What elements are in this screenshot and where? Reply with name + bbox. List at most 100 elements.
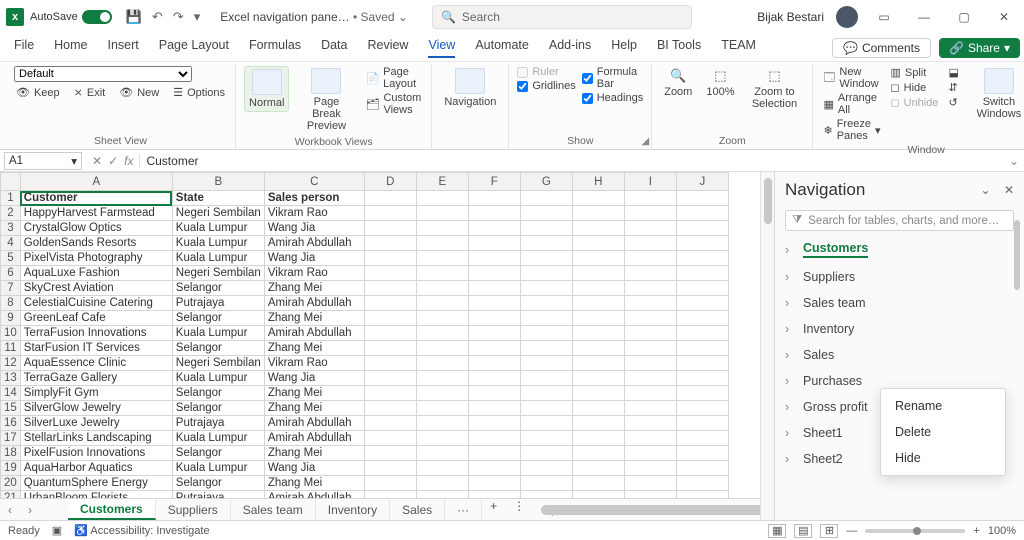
cell-A16[interactable]: SilverLuxe Jewelry (20, 416, 172, 431)
col-header-C[interactable]: C (264, 173, 364, 191)
col-header-E[interactable]: E (416, 173, 468, 191)
row-header-11[interactable]: 11 (1, 341, 21, 356)
cell-A11[interactable]: StarFusion IT Services (20, 341, 172, 356)
cell-B14[interactable]: Selangor (172, 386, 264, 401)
page-layout-button[interactable]: 📄 Page Layout (363, 66, 423, 90)
pagebreak-preview-button[interactable]: Page Break Preview (295, 66, 357, 134)
zoom-slider[interactable] (865, 529, 965, 533)
row-header-2[interactable]: 2 (1, 206, 21, 221)
chevron-down-icon[interactable]: ▾ (71, 154, 77, 168)
view-side-by-side-icon[interactable]: ⬓ (946, 66, 960, 79)
reset-window-icon[interactable]: ↺ (946, 96, 960, 109)
tab-formulas[interactable]: Formulas (239, 38, 311, 52)
col-header-A[interactable]: A (20, 173, 172, 191)
col-header-J[interactable]: J (676, 173, 728, 191)
view-options-button[interactable]: ☰ Options (171, 86, 227, 99)
navigation-button[interactable]: Navigation (440, 66, 500, 110)
close-icon[interactable]: ✕ (990, 10, 1018, 24)
next-sheet-icon[interactable]: › (20, 503, 40, 517)
formula-bar-checkbox[interactable]: Formula Bar (582, 66, 643, 90)
tab-view[interactable]: View (418, 38, 465, 58)
row-header-19[interactable]: 19 (1, 461, 21, 476)
maximize-icon[interactable]: ▢ (950, 10, 978, 24)
row-header-12[interactable]: 12 (1, 356, 21, 371)
row-header-18[interactable]: 18 (1, 446, 21, 461)
col-header-I[interactable]: I (624, 173, 676, 191)
cell-A18[interactable]: PixelFusion Innovations (20, 446, 172, 461)
minimize-icon[interactable]: ― (910, 10, 938, 24)
arrange-all-button[interactable]: ▦ Arrange All (821, 92, 882, 116)
hide-button[interactable]: ◻ Hide (888, 81, 940, 94)
ribbon-display-options-icon[interactable]: ▭ (870, 10, 898, 24)
tab-team[interactable]: TEAM (711, 38, 766, 52)
custom-views-button[interactable]: 🗂 Custom Views (363, 92, 423, 116)
ctx-delete[interactable]: Delete (881, 419, 1005, 445)
tab-home[interactable]: Home (44, 38, 97, 52)
cell-B1[interactable]: State (172, 191, 264, 206)
nav-scrollbar[interactable] (1014, 216, 1022, 520)
switch-windows-button[interactable]: Switch Windows (967, 66, 1024, 122)
ruler-checkbox[interactable]: Ruler (517, 66, 575, 78)
cell-B3[interactable]: Kuala Lumpur (172, 221, 264, 236)
cell-C12[interactable]: Vikram Rao (264, 356, 364, 371)
hscroll-thumb[interactable] (541, 505, 760, 515)
cell-B12[interactable]: Negeri Sembilan (172, 356, 264, 371)
ctx-hide[interactable]: Hide (881, 445, 1005, 471)
gridlines-checkbox[interactable]: Gridlines (517, 80, 575, 92)
fx-icon[interactable]: fx (124, 154, 133, 168)
tab-page-layout[interactable]: Page Layout (149, 38, 239, 52)
macro-record-icon[interactable]: ▣ (52, 524, 62, 537)
cell-C18[interactable]: Zhang Mei (264, 446, 364, 461)
tab-insert[interactable]: Insert (98, 38, 149, 52)
cell-A17[interactable]: StellarLinks Landscaping (20, 431, 172, 446)
autosave-toggle[interactable]: AutoSave (30, 10, 112, 24)
freeze-panes-button[interactable]: ❄ Freeze Panes ▾ (821, 118, 882, 142)
cell-C7[interactable]: Zhang Mei (264, 281, 364, 296)
cell-C6[interactable]: Vikram Rao (264, 266, 364, 281)
unhide-button[interactable]: ◻ Unhide (888, 96, 940, 109)
row-header-20[interactable]: 20 (1, 476, 21, 491)
nav-item-inventory[interactable]: ›Inventory (785, 322, 1014, 336)
zoom-out-icon[interactable]: ― (846, 525, 857, 537)
cell-C16[interactable]: Amirah Abdullah (264, 416, 364, 431)
cell-B13[interactable]: Kuala Lumpur (172, 371, 264, 386)
sheet-tabs-overflow[interactable]: ··· (445, 499, 482, 520)
row-header-10[interactable]: 10 (1, 326, 21, 341)
cell-C14[interactable]: Zhang Mei (264, 386, 364, 401)
pagebreak-view-icon[interactable]: ⊞ (820, 524, 838, 538)
pane-options-icon[interactable]: ⌄ (981, 183, 991, 197)
headings-checkbox[interactable]: Headings (582, 92, 643, 104)
cell-C19[interactable]: Wang Jia (264, 461, 364, 476)
exit-button[interactable]: ⨯ Exit (72, 86, 108, 99)
cell-A15[interactable]: SilverGlow Jewelry (20, 401, 172, 416)
cell-C17[interactable]: Amirah Abdullah (264, 431, 364, 446)
cell-A2[interactable]: HappyHarvest Farmstead (20, 206, 172, 221)
tab-review[interactable]: Review (357, 38, 418, 52)
nav-item-suppliers[interactable]: ›Suppliers (785, 270, 1014, 284)
cell-B16[interactable]: Putrajaya (172, 416, 264, 431)
row-header-14[interactable]: 14 (1, 386, 21, 401)
cell-B18[interactable]: Selangor (172, 446, 264, 461)
enter-icon[interactable]: ✓ (108, 154, 118, 168)
cell-C1[interactable]: Sales person (264, 191, 364, 206)
zoom-level[interactable]: 100% (988, 525, 1016, 537)
cancel-icon[interactable]: ✕ (92, 154, 102, 168)
cell-B19[interactable]: Kuala Lumpur (172, 461, 264, 476)
cell-B5[interactable]: Kuala Lumpur (172, 251, 264, 266)
row-header-1[interactable]: 1 (1, 191, 21, 206)
new-view-button[interactable]: 👁 New (117, 86, 161, 99)
row-header-4[interactable]: 4 (1, 236, 21, 251)
cell-C9[interactable]: Zhang Mei (264, 311, 364, 326)
cell-C8[interactable]: Amirah Abdullah (264, 296, 364, 311)
row-header-5[interactable]: 5 (1, 251, 21, 266)
cell-B7[interactable]: Selangor (172, 281, 264, 296)
cell-B9[interactable]: Selangor (172, 311, 264, 326)
tab-automate[interactable]: Automate (465, 38, 539, 52)
cell-A14[interactable]: SimplyFit Gym (20, 386, 172, 401)
tab-bi-tools[interactable]: BI Tools (647, 38, 711, 52)
row-header-9[interactable]: 9 (1, 311, 21, 326)
col-header-H[interactable]: H (572, 173, 624, 191)
zoom-in-icon[interactable]: + (973, 525, 979, 537)
close-pane-icon[interactable]: ✕ (1004, 183, 1014, 197)
document-title[interactable]: Excel navigation pane… • Saved ⌄ (220, 10, 408, 24)
